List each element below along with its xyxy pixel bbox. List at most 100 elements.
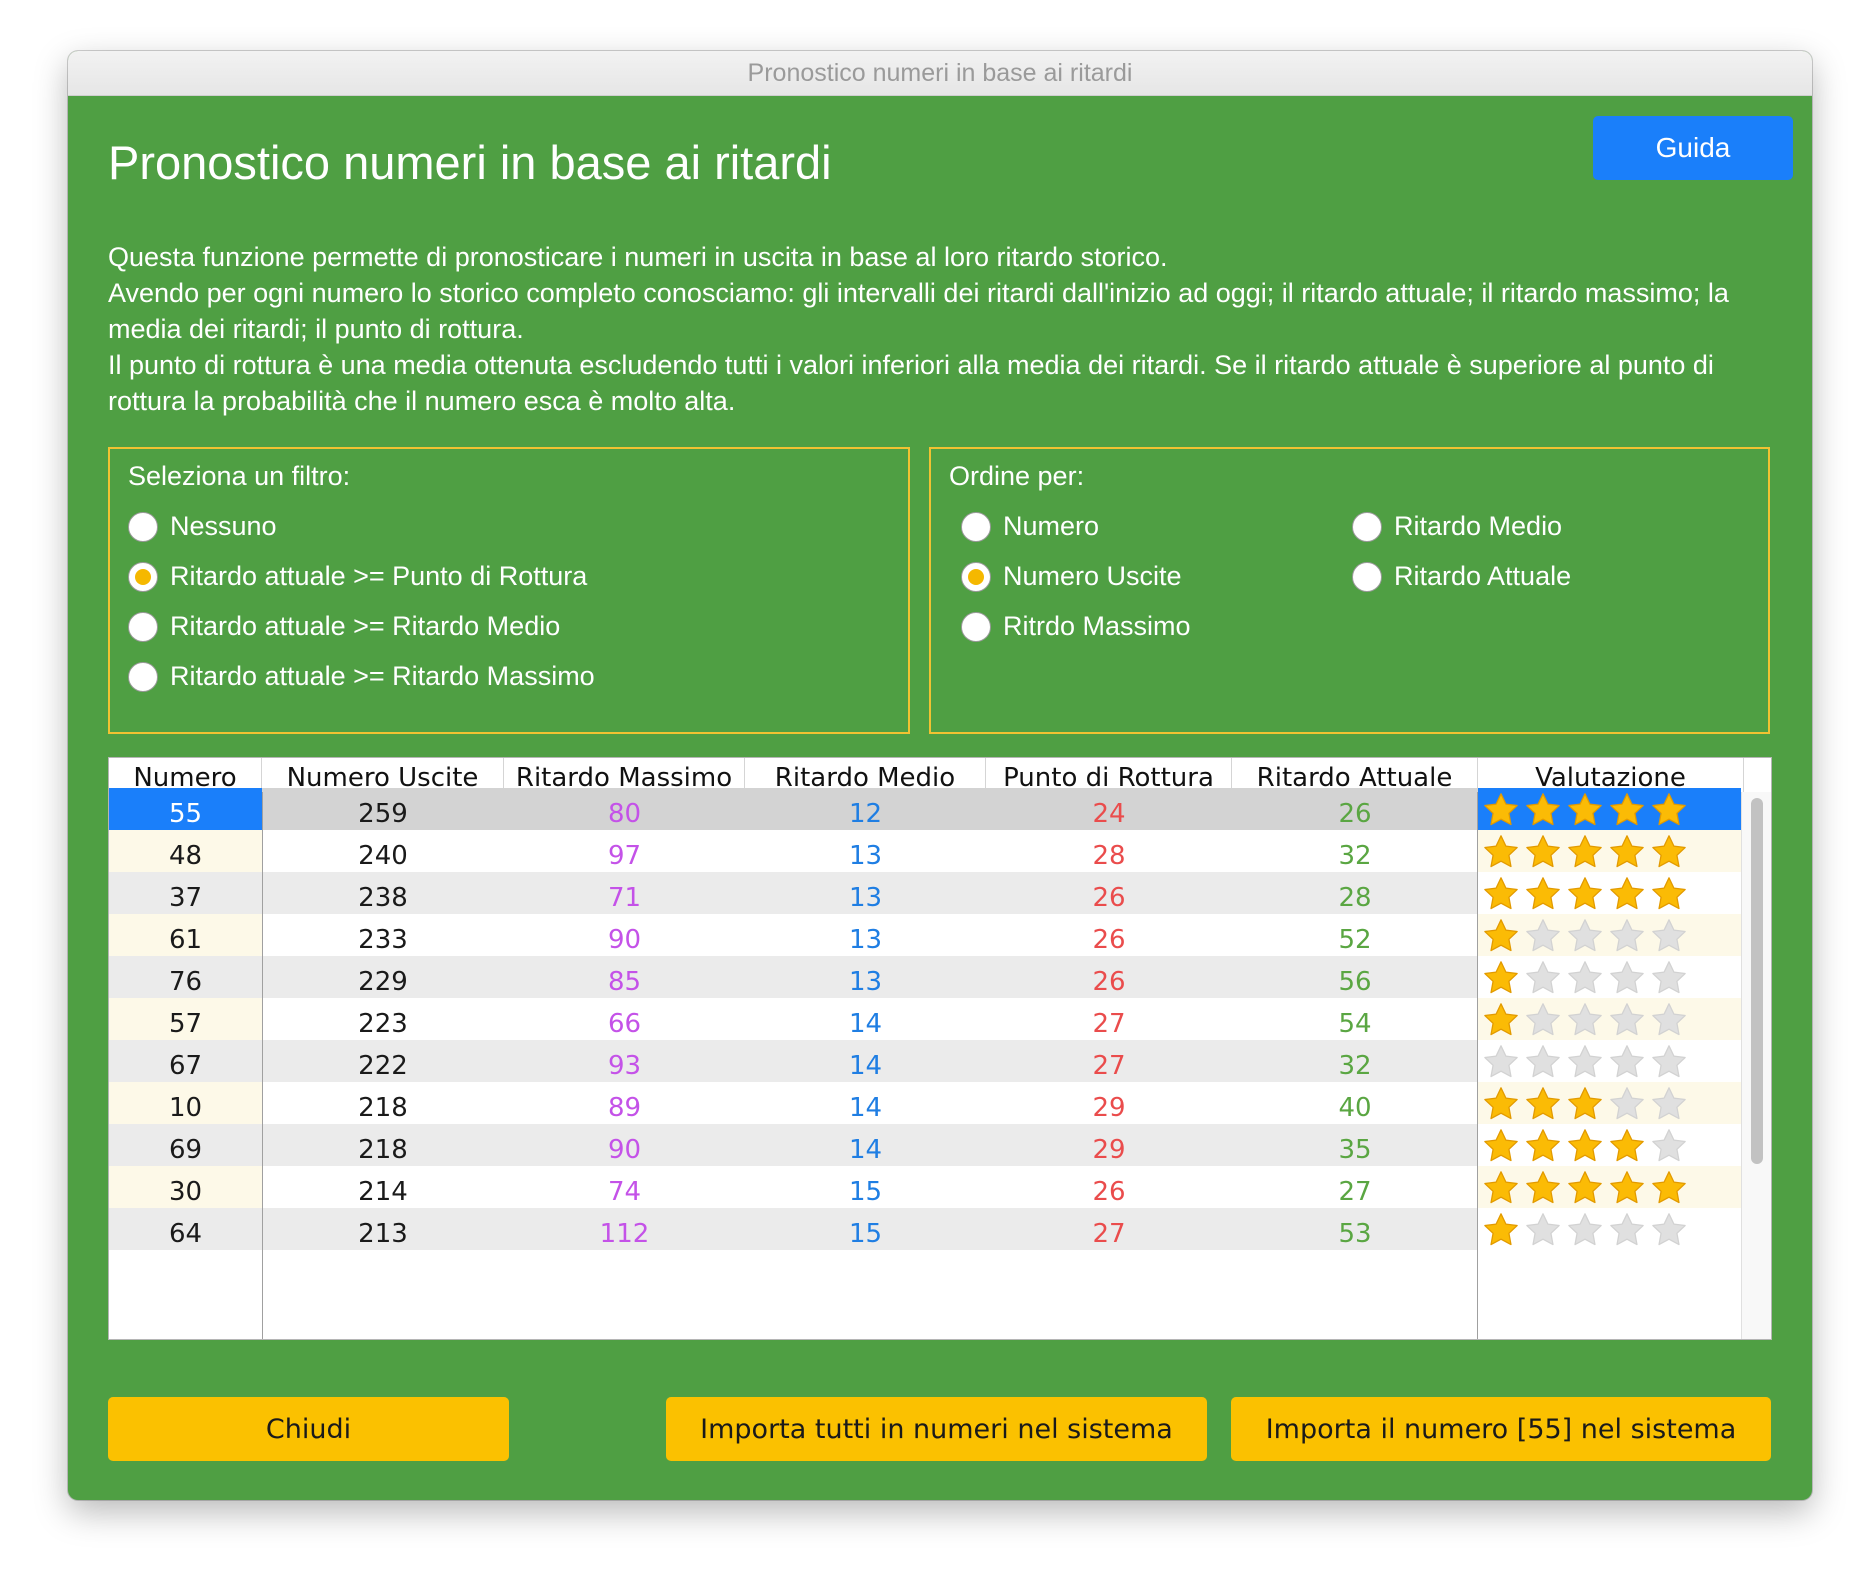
rating-stars [1478,914,1741,956]
radio-button[interactable] [961,561,991,592]
cell-numero-uscite: 213 [358,1219,408,1249]
rating-stars [1478,1124,1741,1166]
cell-numero: 69 [168,1135,203,1165]
star-filled-icon [1484,918,1518,951]
column-header-ritardo-massimo[interactable]: Ritardo Massimo [504,758,745,792]
rating-stars [1478,830,1741,872]
window-titlebar: Pronostico numeri in base ai ritardi [68,51,1812,96]
cell-punto-rottura: 27 [1092,1219,1126,1249]
rating-stars [1478,788,1741,830]
cell-punto-rottura: 24 [1092,799,1126,829]
column-header-numero-uscite[interactable]: Numero Uscite [262,758,504,792]
column-header-punto-rottura[interactable]: Punto di Rottura [986,758,1232,792]
filter-option-label: Nessuno [170,511,277,541]
star-empty-icon [1526,960,1560,993]
rating-stars [1478,1208,1741,1250]
help-button[interactable]: Guida [1593,116,1793,180]
rating-stars [1478,872,1741,914]
star-filled-icon [1610,792,1644,825]
table-row[interactable]: 55 259 80 12 24 26 [109,788,1741,830]
cell-ritardo-massimo: 93 [607,1051,642,1081]
order-option-numero[interactable]: Numero [961,511,1099,542]
star-empty-icon [1568,1212,1602,1245]
import-all-button[interactable]: Importa tutti in numeri nel sistema [666,1397,1207,1461]
star-filled-icon [1652,792,1686,825]
table-row[interactable]: 67 222 93 14 27 32 [109,1040,1741,1082]
close-button[interactable]: Chiudi [108,1397,509,1461]
filter-option-ritardo-medio[interactable]: Ritardo attuale >= Ritardo Medio [128,611,560,642]
table-row[interactable]: 30 214 74 15 26 27 [109,1166,1741,1208]
column-header-ritardo-attuale[interactable]: Ritardo Attuale [1232,758,1478,792]
table-row[interactable]: 76 229 85 13 26 56 [109,956,1741,998]
order-option-ritardo-massimo[interactable]: Ritrdo Massimo [961,611,1191,642]
table-row[interactable]: 61 233 90 13 26 52 [109,914,1741,956]
cell-ritardo-attuale: 27 [1338,1177,1372,1207]
table-row[interactable]: 69 218 90 14 29 35 [109,1124,1741,1166]
results-table[interactable]: Numero Numero Uscite Ritardo Massimo Rit… [108,757,1772,1340]
cell-numero-uscite: 214 [358,1177,408,1207]
table-row[interactable]: 10 218 89 14 29 40 [109,1082,1741,1124]
cell-ritardo-attuale: 32 [1338,1051,1372,1081]
scrollbar-thumb[interactable] [1751,798,1763,1164]
cell-ritardo-massimo: 90 [607,925,642,955]
cell-numero-uscite: 222 [358,1051,408,1081]
description-line: Questa funzione permette di pronosticare… [108,242,1168,272]
star-empty-icon [1610,1002,1644,1035]
star-filled-icon [1568,834,1602,867]
star-filled-icon [1526,876,1560,909]
filter-option-punto-rottura[interactable]: Ritardo attuale >= Punto di Rottura [128,561,587,592]
star-filled-icon [1484,1086,1518,1119]
radio-button[interactable] [961,611,991,642]
column-header-valutazione[interactable]: Valutazione [1478,758,1744,792]
radio-button[interactable] [128,511,158,542]
cell-ritardo-attuale: 28 [1338,883,1372,913]
star-filled-icon [1568,1086,1602,1119]
cell-ritardo-attuale: 56 [1338,967,1372,997]
cell-ritardo-attuale: 35 [1338,1135,1372,1165]
star-filled-icon [1568,876,1602,909]
star-empty-icon [1610,1086,1644,1119]
column-header-ritardo-medio[interactable]: Ritardo Medio [745,758,986,792]
star-empty-icon [1568,918,1602,951]
cell-numero: 37 [168,883,203,913]
rating-stars [1478,1166,1741,1208]
filter-option-nessuno[interactable]: Nessuno [128,511,277,542]
star-filled-icon [1568,1170,1602,1203]
radio-button[interactable] [961,511,991,542]
cell-ritardo-massimo: 97 [607,841,642,871]
star-filled-icon [1484,834,1518,867]
cell-punto-rottura: 26 [1092,1177,1126,1207]
filter-option-label: Ritardo attuale >= Punto di Rottura [170,561,588,591]
cell-ritardo-medio: 13 [848,883,883,913]
radio-button[interactable] [1352,561,1382,592]
table-body: 55 259 80 12 24 26 48 240 97 13 28 32 37 238 71 13 26 28 6… [109,788,1741,1339]
description-line: Il punto di rottura è una media ottenuta… [108,350,1714,416]
radio-button[interactable] [1352,511,1382,542]
order-option-label: Ritardo Medio [1394,511,1563,541]
radio-button[interactable] [128,561,158,592]
order-option-ritardo-medio[interactable]: Ritardo Medio [1352,511,1562,542]
star-empty-icon [1652,918,1686,951]
cell-ritardo-massimo: 74 [607,1177,642,1207]
filter-option-label: Ritardo attuale >= Ritardo Massimo [170,661,595,691]
cell-punto-rottura: 27 [1092,1009,1126,1039]
star-filled-icon [1526,792,1560,825]
table-scrollbar[interactable] [1741,792,1771,1339]
radio-button[interactable] [128,661,158,692]
rating-stars [1478,998,1741,1040]
table-row[interactable]: 64 213 112 15 27 53 [109,1208,1741,1250]
order-option-ritardo-attuale[interactable]: Ritardo Attuale [1352,561,1571,592]
table-row[interactable]: 37 238 71 13 26 28 [109,872,1741,914]
table-row[interactable]: 57 223 66 14 27 54 [109,998,1741,1040]
order-option-numero-uscite[interactable]: Numero Uscite [961,561,1182,592]
cell-numero-uscite: 218 [358,1093,408,1123]
import-selected-button[interactable]: Importa il numero [55] nel sistema [1231,1397,1771,1461]
cell-ritardo-medio: 15 [848,1177,883,1207]
column-header-numero[interactable]: Numero [109,758,262,792]
radio-button[interactable] [128,611,158,642]
order-option-label: Ritrdo Massimo [1003,611,1191,641]
table-row[interactable]: 48 240 97 13 28 32 [109,830,1741,872]
cell-ritardo-medio: 13 [848,967,883,997]
filter-option-ritardo-massimo[interactable]: Ritardo attuale >= Ritardo Massimo [128,661,595,692]
rating-stars [1478,1082,1741,1124]
